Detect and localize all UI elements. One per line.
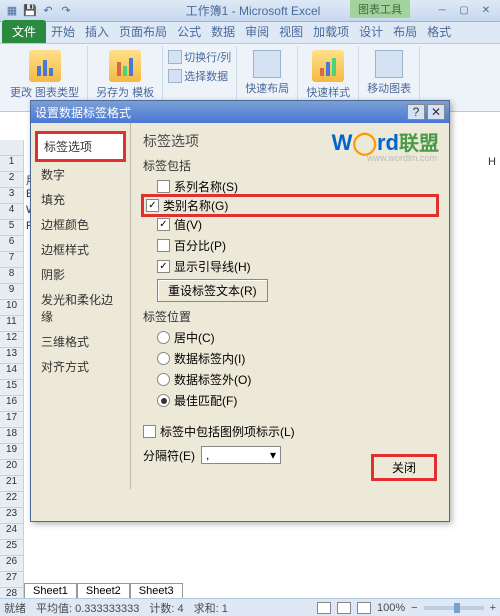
chart-icon	[29, 50, 61, 82]
tab-addins[interactable]: 加载项	[308, 20, 354, 43]
quick-style-button[interactable]: 快速样式	[302, 48, 354, 102]
statusbar: 就绪 平均值: 0.333333333 计数: 4 求和: 1 100% − +	[0, 598, 500, 616]
sheet-tab-2[interactable]: Sheet2	[77, 583, 130, 598]
radio-center[interactable]	[157, 331, 170, 344]
sidebar-border-color[interactable]: 边框颜色	[35, 212, 126, 237]
dialog-sidebar: 标签选项 数字 填充 边框颜色 边框样式 阴影 发光和柔化边缘 三维格式 对齐方…	[31, 123, 131, 489]
view-pagelayout-icon[interactable]	[337, 602, 351, 614]
ribbon-tabs: 文件 开始 插入 页面布局 公式 数据 审阅 视图 加载项 设计 布局 格式	[0, 22, 500, 44]
redo-icon[interactable]: ↷	[58, 3, 74, 19]
tab-layout[interactable]: 布局	[388, 20, 422, 43]
checkbox-legend-key[interactable]	[143, 425, 156, 438]
zoom-slider[interactable]	[424, 606, 484, 610]
zoom-level[interactable]: 100%	[377, 602, 405, 614]
checkbox-category-name[interactable]: ✓	[146, 199, 159, 212]
tab-data[interactable]: 数据	[206, 20, 240, 43]
select-icon	[168, 69, 182, 83]
sheet-tab-1[interactable]: Sheet1	[24, 583, 77, 598]
reset-label-text-button[interactable]: 重设标签文本(R)	[157, 279, 268, 302]
format-data-labels-dialog: 设置数据标签格式 ? ✕ 标签选项 数字 填充 边框颜色 边框样式 阴影 发光和…	[30, 100, 450, 522]
chevron-down-icon: ▾	[270, 448, 276, 462]
dialog-title: 设置数据标签格式	[35, 104, 131, 121]
save-icon[interactable]: 💾	[22, 3, 38, 19]
checkbox-value[interactable]: ✓	[157, 218, 170, 231]
select-data-button[interactable]: 选择数据	[167, 67, 232, 85]
sheet-tabs: Sheet1 Sheet2 Sheet3	[24, 583, 183, 598]
row-headers: 1234567891011121314151617181920212223242…	[0, 140, 24, 604]
tab-view[interactable]: 视图	[274, 20, 308, 43]
dialog-close-x[interactable]: ✕	[427, 104, 445, 120]
radio-outside-end[interactable]	[157, 373, 170, 386]
quick-access-toolbar: ▦ 💾 ↶ ↷	[4, 3, 74, 19]
dialog-titlebar[interactable]: 设置数据标签格式 ? ✕	[31, 101, 449, 123]
titlebar: ▦ 💾 ↶ ↷ 工作簿1 - Microsoft Excel ─ ▢ ✕	[0, 0, 500, 22]
excel-icon[interactable]: ▦	[4, 3, 20, 19]
sidebar-glow[interactable]: 发光和柔化边缘	[35, 287, 126, 329]
label-position-heading: 标签位置	[143, 308, 437, 325]
status-average: 平均值: 0.333333333	[36, 600, 139, 616]
change-chart-type-button[interactable]: 更改 图表类型	[6, 48, 83, 102]
view-pagebreak-icon[interactable]	[357, 602, 371, 614]
sidebar-shadow[interactable]: 阴影	[35, 262, 126, 287]
move-chart-button[interactable]: 移动图表	[363, 48, 415, 98]
tab-design[interactable]: 设计	[354, 20, 388, 43]
checkbox-series-name[interactable]	[157, 180, 170, 193]
radio-best-fit[interactable]	[157, 394, 170, 407]
quick-layout-button[interactable]: 快速布局	[241, 48, 293, 98]
style-icon	[312, 50, 344, 82]
dialog-help-button[interactable]: ?	[407, 104, 425, 120]
tab-home[interactable]: 开始	[46, 20, 80, 43]
restore-button[interactable]: ▢	[454, 4, 474, 18]
status-ready: 就绪	[4, 600, 26, 616]
switch-icon	[168, 50, 182, 64]
switch-row-col-button[interactable]: 切换行/列	[167, 48, 232, 66]
sidebar-label-options[interactable]: 标签选项	[35, 131, 126, 162]
context-tab-chart-tools: 图表工具	[350, 0, 410, 18]
sheet-tab-3[interactable]: Sheet3	[130, 583, 183, 598]
col-h-label: H	[488, 156, 496, 168]
radio-inside-end[interactable]	[157, 352, 170, 365]
status-count: 计数: 4	[149, 600, 183, 616]
tab-insert[interactable]: 插入	[80, 20, 114, 43]
move-icon	[375, 50, 403, 78]
watermark-url: www.wordlm.com	[367, 153, 437, 163]
undo-icon[interactable]: ↶	[40, 3, 56, 19]
watermark-logo: W◯rd联盟	[332, 127, 439, 156]
save-as-template-button[interactable]: 另存为 模板	[92, 48, 158, 102]
checkbox-percent[interactable]	[157, 239, 170, 252]
zoom-out-button[interactable]: −	[411, 602, 417, 614]
sidebar-fill[interactable]: 填充	[35, 187, 126, 212]
close-button[interactable]: ✕	[476, 4, 496, 18]
sidebar-number[interactable]: 数字	[35, 162, 126, 187]
sidebar-align[interactable]: 对齐方式	[35, 354, 126, 379]
tab-review[interactable]: 审阅	[240, 20, 274, 43]
separator-select[interactable]: ,▾	[201, 446, 281, 464]
sidebar-border-style[interactable]: 边框样式	[35, 237, 126, 262]
dialog-main: W◯rd联盟 www.wordlm.com 标签选项 标签包括 系列名称(S) …	[131, 123, 449, 489]
checkbox-leader-lines[interactable]: ✓	[157, 260, 170, 273]
sidebar-3d[interactable]: 三维格式	[35, 329, 126, 354]
separator-label: 分隔符(E)	[143, 447, 195, 464]
minimize-button[interactable]: ─	[432, 4, 452, 18]
tab-formulas[interactable]: 公式	[172, 20, 206, 43]
view-normal-icon[interactable]	[317, 602, 331, 614]
tab-file[interactable]: 文件	[2, 20, 46, 43]
status-sum: 求和: 1	[194, 600, 228, 616]
layout-icon	[253, 50, 281, 78]
tab-format[interactable]: 格式	[422, 20, 456, 43]
zoom-in-button[interactable]: +	[490, 602, 496, 614]
close-button[interactable]: 关闭	[371, 454, 437, 481]
template-icon	[109, 50, 141, 82]
tab-pagelayout[interactable]: 页面布局	[114, 20, 172, 43]
